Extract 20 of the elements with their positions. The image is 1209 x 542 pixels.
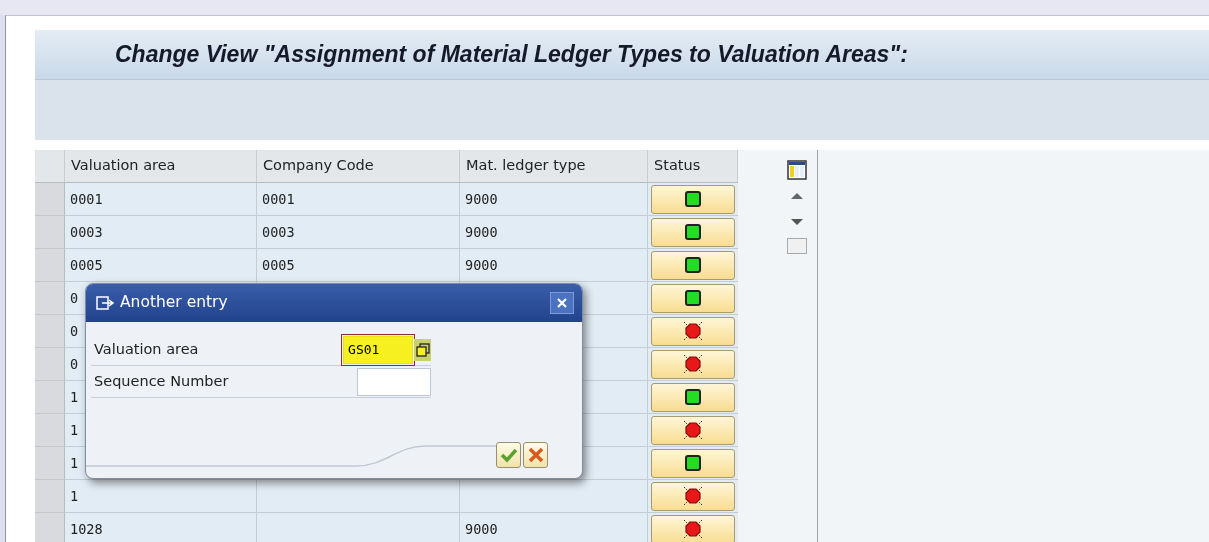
screen-title: Change View "Assignment of Material Ledger Types to Valuation Areas": xyxy=(115,40,908,70)
input-field[interactable]: GS01 xyxy=(343,335,414,364)
table-settings-icon[interactable] xyxy=(787,160,807,180)
column-header: Status xyxy=(648,150,738,183)
checkmark-icon xyxy=(499,447,518,463)
column-header: Company Code xyxy=(257,150,460,183)
close-button[interactable] xyxy=(550,292,574,314)
column-header: Mat. ledger type xyxy=(460,150,648,183)
cancel-button[interactable] xyxy=(523,442,548,468)
dialog-icon xyxy=(96,295,114,311)
close-icon xyxy=(556,297,568,309)
scroll-up-icon[interactable] xyxy=(791,192,803,200)
scroll-down-icon[interactable] xyxy=(791,218,803,226)
column-header: Valuation area xyxy=(65,150,257,183)
scroll-thumb[interactable] xyxy=(787,238,807,254)
header-corner xyxy=(35,150,65,183)
input-field[interactable] xyxy=(357,367,431,396)
confirm-button[interactable] xyxy=(496,442,521,468)
dialog-title: Another entry xyxy=(120,292,228,314)
cross-icon xyxy=(527,447,544,463)
